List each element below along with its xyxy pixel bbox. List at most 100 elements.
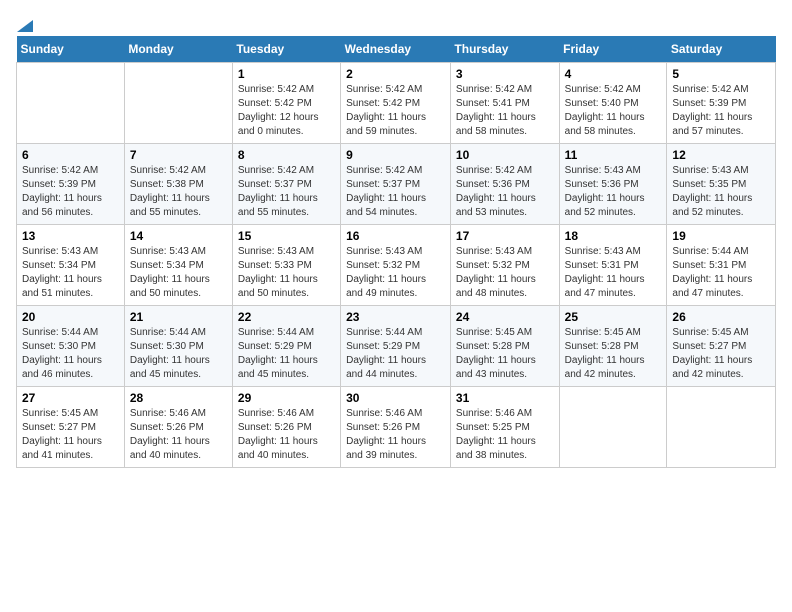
day-info: Sunrise: 5:43 AM Sunset: 5:32 PM Dayligh… [346,245,445,301]
sunrise-label: Sunrise: 5:45 AM [672,327,748,338]
sunset-label: Sunset: 5:26 PM [238,422,312,433]
day-number: 28 [130,391,227,405]
sunset-label: Sunset: 5:32 PM [456,260,530,271]
day-number: 6 [22,148,119,162]
sunset-label: Sunset: 5:34 PM [22,260,96,271]
sunset-label: Sunset: 5:26 PM [346,422,420,433]
weekday-header-saturday: Saturday [667,36,776,63]
calendar-cell: 7 Sunrise: 5:42 AM Sunset: 5:38 PM Dayli… [124,144,232,225]
sunset-label: Sunset: 5:42 PM [346,98,420,109]
day-info: Sunrise: 5:42 AM Sunset: 5:39 PM Dayligh… [672,83,770,139]
sunrise-label: Sunrise: 5:43 AM [22,246,98,257]
day-number: 17 [456,229,554,243]
sunrise-label: Sunrise: 5:44 AM [238,327,314,338]
calendar-cell: 30 Sunrise: 5:46 AM Sunset: 5:26 PM Dayl… [341,387,451,468]
day-info: Sunrise: 5:42 AM Sunset: 5:42 PM Dayligh… [238,83,335,139]
day-info: Sunrise: 5:42 AM Sunset: 5:42 PM Dayligh… [346,83,445,139]
sunrise-label: Sunrise: 5:43 AM [672,165,748,176]
sunrise-label: Sunrise: 5:44 AM [346,327,422,338]
day-number: 16 [346,229,445,243]
sunset-label: Sunset: 5:25 PM [456,422,530,433]
sunset-label: Sunset: 5:39 PM [22,179,96,190]
day-info: Sunrise: 5:43 AM Sunset: 5:33 PM Dayligh… [238,245,335,301]
calendar-cell: 4 Sunrise: 5:42 AM Sunset: 5:40 PM Dayli… [559,63,667,144]
day-info: Sunrise: 5:46 AM Sunset: 5:26 PM Dayligh… [130,407,227,463]
calendar-cell: 24 Sunrise: 5:45 AM Sunset: 5:28 PM Dayl… [450,306,559,387]
day-number: 7 [130,148,227,162]
day-info: Sunrise: 5:45 AM Sunset: 5:28 PM Dayligh… [456,326,554,382]
sunrise-label: Sunrise: 5:44 AM [22,327,98,338]
calendar-cell: 2 Sunrise: 5:42 AM Sunset: 5:42 PM Dayli… [341,63,451,144]
sunset-label: Sunset: 5:36 PM [456,179,530,190]
calendar-cell: 25 Sunrise: 5:45 AM Sunset: 5:28 PM Dayl… [559,306,667,387]
day-number: 2 [346,67,445,81]
day-info: Sunrise: 5:43 AM Sunset: 5:35 PM Dayligh… [672,164,770,220]
daylight-label: Daylight: 11 hours and 49 minutes. [346,274,426,299]
calendar-cell: 21 Sunrise: 5:44 AM Sunset: 5:30 PM Dayl… [124,306,232,387]
sunrise-label: Sunrise: 5:42 AM [130,165,206,176]
day-number: 12 [672,148,770,162]
weekday-header-monday: Monday [124,36,232,63]
daylight-label: Daylight: 11 hours and 38 minutes. [456,436,536,461]
weekday-header-row: SundayMondayTuesdayWednesdayThursdayFrid… [17,36,776,63]
logo-triangle-icon [17,16,33,32]
day-info: Sunrise: 5:42 AM Sunset: 5:41 PM Dayligh… [456,83,554,139]
sunset-label: Sunset: 5:32 PM [346,260,420,271]
calendar-cell: 20 Sunrise: 5:44 AM Sunset: 5:30 PM Dayl… [17,306,125,387]
day-number: 29 [238,391,335,405]
sunset-label: Sunset: 5:38 PM [130,179,204,190]
sunset-label: Sunset: 5:29 PM [238,341,312,352]
sunset-label: Sunset: 5:31 PM [565,260,639,271]
sunset-label: Sunset: 5:42 PM [238,98,312,109]
day-info: Sunrise: 5:44 AM Sunset: 5:30 PM Dayligh… [22,326,119,382]
day-info: Sunrise: 5:42 AM Sunset: 5:38 PM Dayligh… [130,164,227,220]
sunset-label: Sunset: 5:28 PM [565,341,639,352]
logo [16,16,34,28]
day-info: Sunrise: 5:44 AM Sunset: 5:29 PM Dayligh… [346,326,445,382]
daylight-label: Daylight: 11 hours and 43 minutes. [456,355,536,380]
calendar-cell: 11 Sunrise: 5:43 AM Sunset: 5:36 PM Dayl… [559,144,667,225]
sunset-label: Sunset: 5:41 PM [456,98,530,109]
daylight-label: Daylight: 11 hours and 59 minutes. [346,112,426,137]
day-info: Sunrise: 5:42 AM Sunset: 5:37 PM Dayligh… [346,164,445,220]
calendar-cell: 19 Sunrise: 5:44 AM Sunset: 5:31 PM Dayl… [667,225,776,306]
calendar-week-row: 27 Sunrise: 5:45 AM Sunset: 5:27 PM Dayl… [17,387,776,468]
daylight-label: Daylight: 11 hours and 53 minutes. [456,193,536,218]
day-info: Sunrise: 5:43 AM Sunset: 5:36 PM Dayligh… [565,164,662,220]
weekday-header-thursday: Thursday [450,36,559,63]
day-info: Sunrise: 5:44 AM Sunset: 5:31 PM Dayligh… [672,245,770,301]
day-number: 26 [672,310,770,324]
sunset-label: Sunset: 5:39 PM [672,98,746,109]
calendar-cell [559,387,667,468]
daylight-label: Daylight: 11 hours and 51 minutes. [22,274,102,299]
calendar-cell: 27 Sunrise: 5:45 AM Sunset: 5:27 PM Dayl… [17,387,125,468]
day-number: 21 [130,310,227,324]
sunrise-label: Sunrise: 5:43 AM [565,165,641,176]
day-info: Sunrise: 5:45 AM Sunset: 5:27 PM Dayligh… [22,407,119,463]
daylight-label: Daylight: 11 hours and 55 minutes. [130,193,210,218]
sunrise-label: Sunrise: 5:45 AM [22,408,98,419]
calendar-cell: 9 Sunrise: 5:42 AM Sunset: 5:37 PM Dayli… [341,144,451,225]
day-number: 5 [672,67,770,81]
sunrise-label: Sunrise: 5:43 AM [238,246,314,257]
daylight-label: Daylight: 11 hours and 47 minutes. [565,274,645,299]
sunset-label: Sunset: 5:27 PM [672,341,746,352]
calendar-cell [124,63,232,144]
day-number: 25 [565,310,662,324]
sunset-label: Sunset: 5:30 PM [130,341,204,352]
daylight-label: Daylight: 11 hours and 40 minutes. [130,436,210,461]
sunrise-label: Sunrise: 5:42 AM [346,84,422,95]
calendar-cell [667,387,776,468]
day-info: Sunrise: 5:45 AM Sunset: 5:28 PM Dayligh… [565,326,662,382]
day-info: Sunrise: 5:42 AM Sunset: 5:40 PM Dayligh… [565,83,662,139]
daylight-label: Daylight: 11 hours and 42 minutes. [672,355,752,380]
sunrise-label: Sunrise: 5:46 AM [238,408,314,419]
day-number: 10 [456,148,554,162]
daylight-label: Daylight: 11 hours and 52 minutes. [565,193,645,218]
calendar-cell: 28 Sunrise: 5:46 AM Sunset: 5:26 PM Dayl… [124,387,232,468]
day-number: 14 [130,229,227,243]
daylight-label: Daylight: 11 hours and 44 minutes. [346,355,426,380]
sunrise-label: Sunrise: 5:44 AM [130,327,206,338]
sunset-label: Sunset: 5:40 PM [565,98,639,109]
day-number: 9 [346,148,445,162]
